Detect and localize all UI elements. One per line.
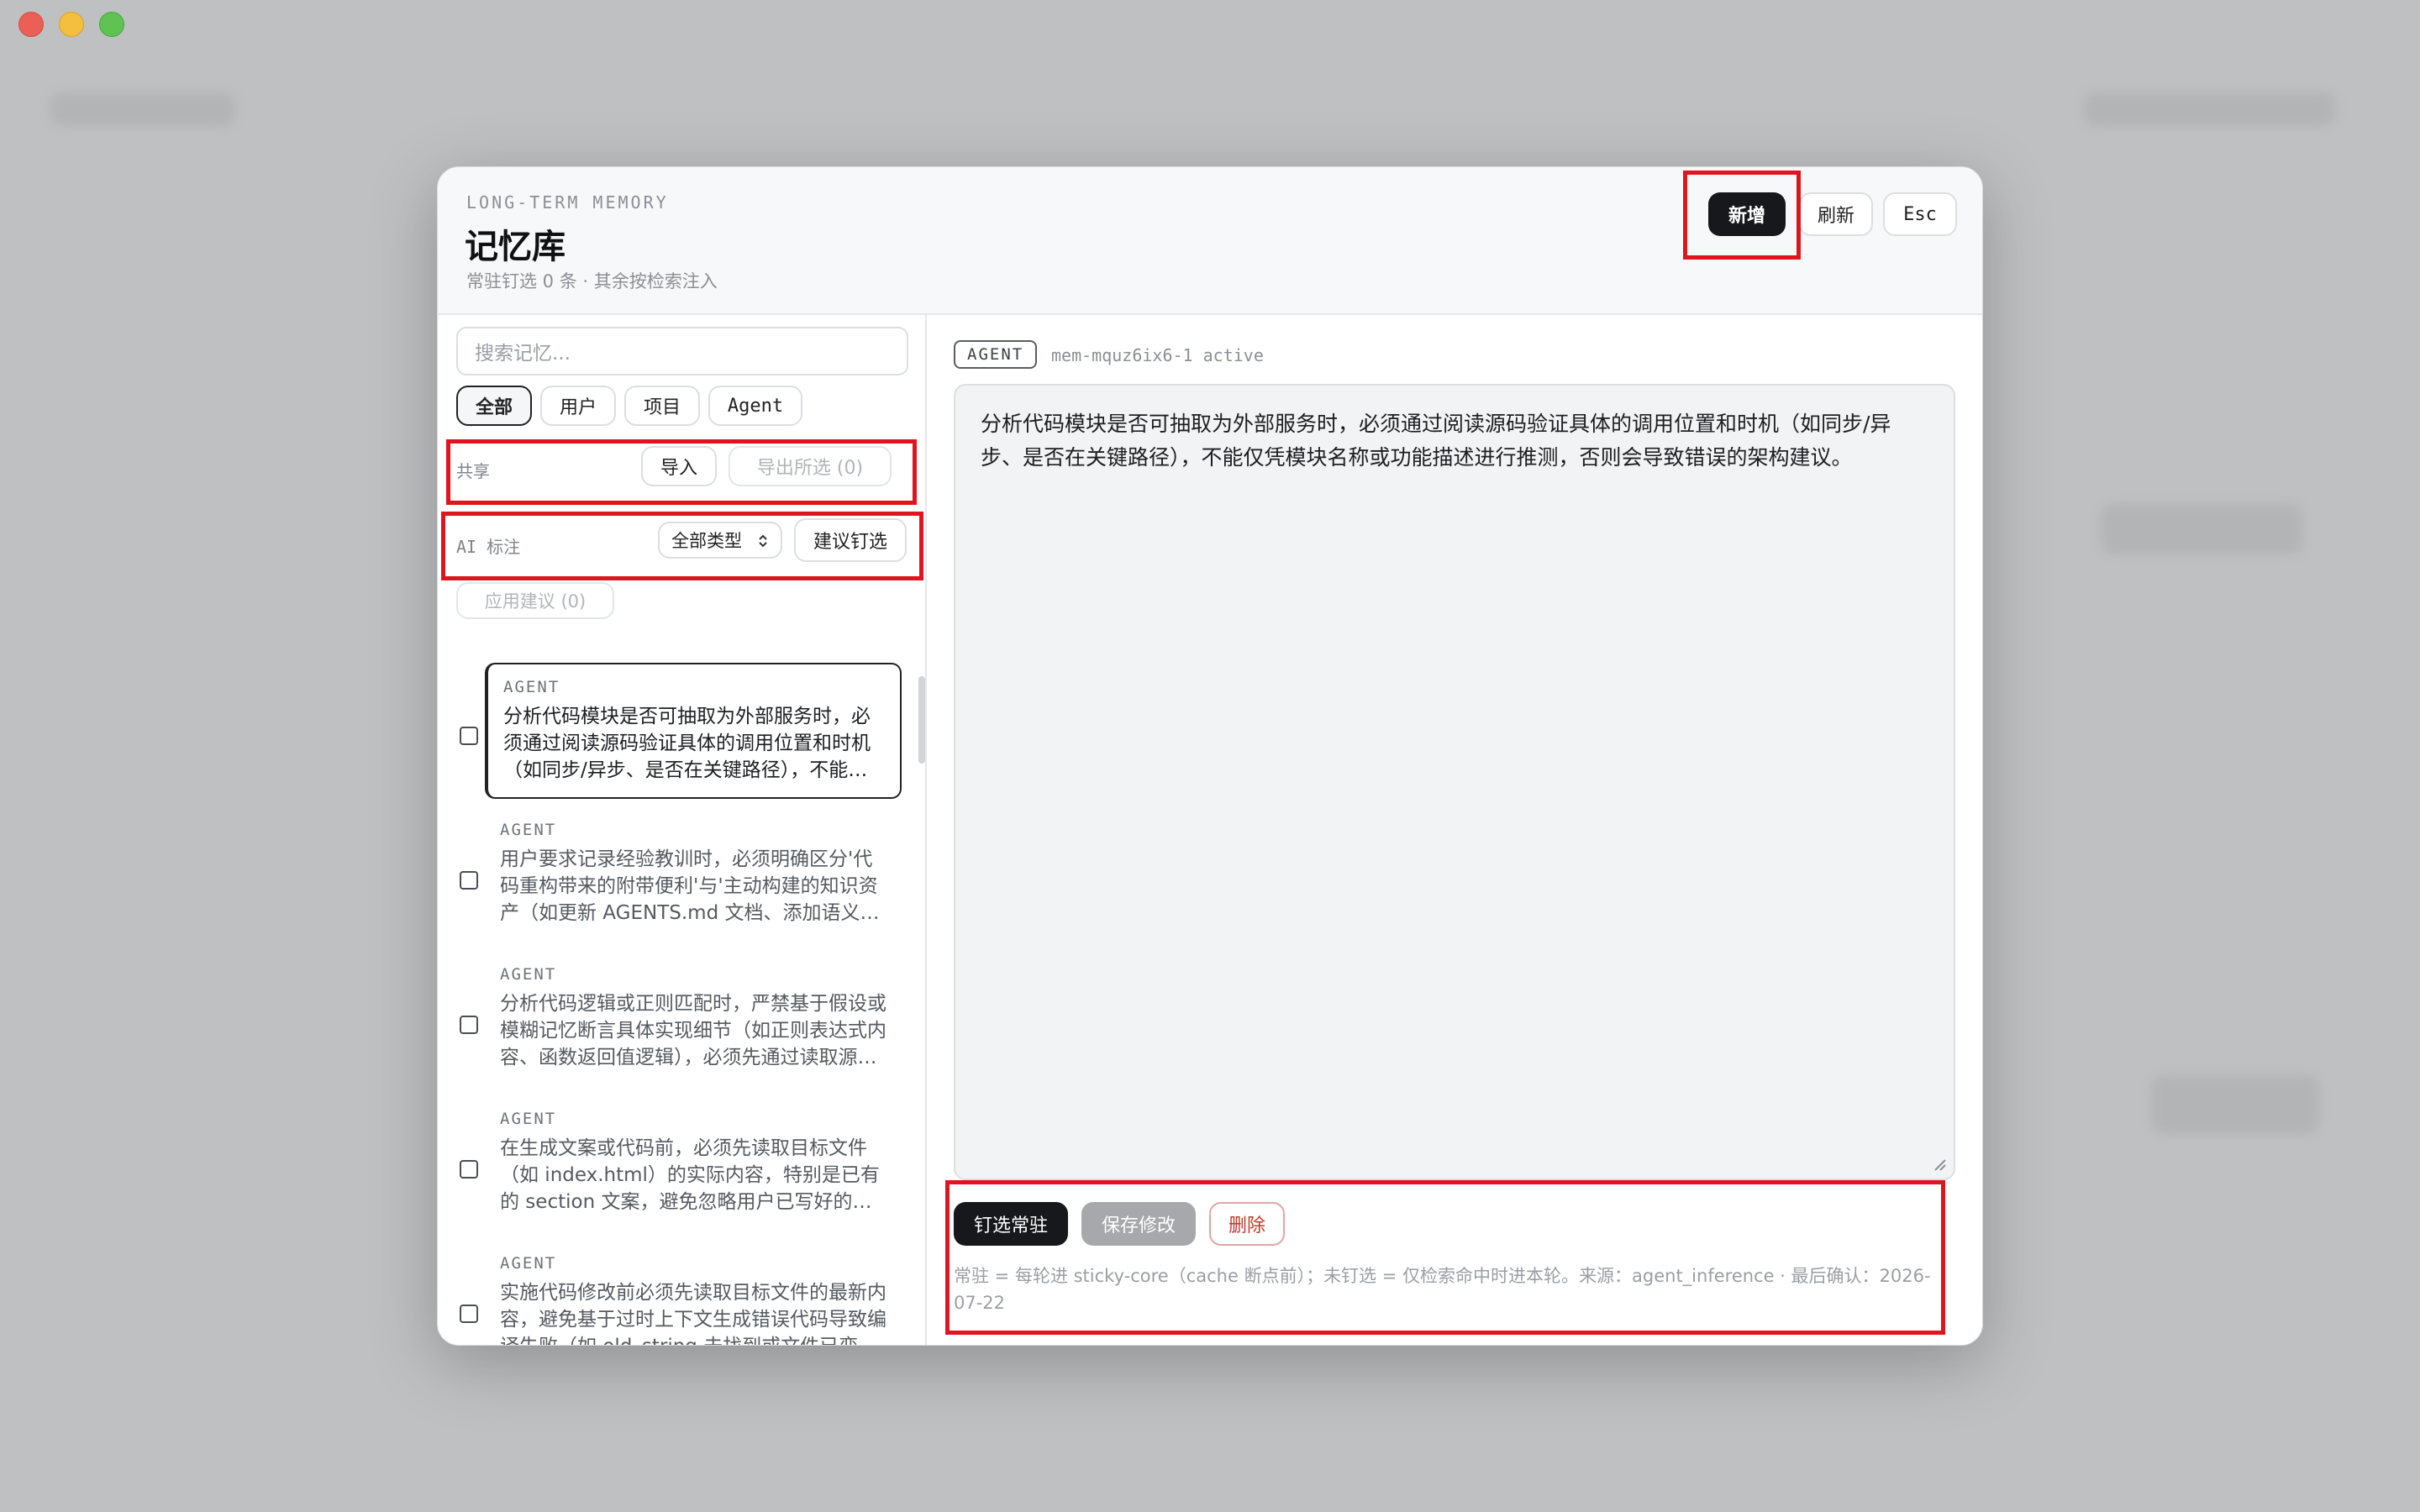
list-item[interactable]: AGENT 分析代码模块是否可抽取为外部服务时，必须通过阅读源码验证具体的调用位… <box>438 663 925 801</box>
background-blur <box>2151 1075 2319 1134</box>
filter-user[interactable]: 用户 <box>540 386 616 426</box>
filter-agent[interactable]: Agent <box>708 386 802 426</box>
import-button[interactable]: 导入 <box>641 446 717 486</box>
background-blur <box>50 92 235 126</box>
filter-all[interactable]: 全部 <box>456 386 532 426</box>
memory-checkbox[interactable] <box>460 1016 478 1034</box>
refresh-button[interactable]: 刷新 <box>1799 192 1873 236</box>
save-changes-button[interactable]: 保存修改 <box>1081 1202 1196 1246</box>
memory-content-text: 分析代码模块是否可抽取为外部服务时，必须通过阅读源码验证具体的调用位置和时机（如… <box>981 412 1891 470</box>
search-input[interactable]: 搜索记忆... <box>456 327 908 375</box>
memory-card[interactable]: AGENT 用户要求记录经验教训时，必须明确区分'代码重构带来的附带便利'与'主… <box>485 807 902 940</box>
memory-checkbox[interactable] <box>460 1305 478 1323</box>
background-blur <box>2101 504 2302 554</box>
type-select-value: 全部类型 <box>671 531 742 551</box>
memory-list-pane: 搜索记忆... 全部 用户 项目 Agent 共享 导入 导出所选 (0) AI… <box>438 315 927 1345</box>
memory-card[interactable]: AGENT 分析代码逻辑或正则匹配时，严禁基于假设或模糊记忆断言具体实现细节（如… <box>485 952 902 1084</box>
minimize-window-button[interactable] <box>59 12 84 37</box>
list-item[interactable]: AGENT 分析代码逻辑或正则匹配时，严禁基于假设或模糊记忆断言具体实现细节（如… <box>438 952 925 1089</box>
list-item[interactable]: AGENT 用户要求记录经验教训时，必须明确区分'代码重构带来的附带便利'与'主… <box>438 807 925 945</box>
memory-detail-pane: AGENT mem-mquz6ix6-1 active 分析代码模块是否可抽取为… <box>927 315 1982 1345</box>
memory-list: AGENT 分析代码模块是否可抽取为外部服务时，必须通过阅读源码验证具体的调用位… <box>438 663 925 1345</box>
memory-checkbox[interactable] <box>460 871 478 890</box>
memory-preview: 分析代码模块是否可抽取为外部服务时，必须通过阅读源码验证具体的调用位置和时机（如… <box>503 706 871 781</box>
memory-card[interactable]: AGENT 实施代码修改前必须先读取目标文件的最新内容，避免基于过时上下文生成错… <box>485 1241 902 1345</box>
memory-type-tag: AGENT <box>503 678 560 696</box>
close-window-button[interactable] <box>18 12 44 37</box>
memory-checkbox[interactable] <box>460 1160 478 1179</box>
memory-library-dialog: LONG-TERM MEMORY 记忆库 常驻钉选 0 条 · 其余按检索注入 … <box>437 166 1983 1346</box>
memory-preview: 在生成文案或代码前，必须先读取目标文件（如 index.html）的实际内容，特… <box>500 1137 880 1213</box>
apply-suggestion-button[interactable]: 应用建议 (0) <box>456 582 614 619</box>
suggest-pin-button[interactable]: 建议钉选 <box>794 518 907 562</box>
zoom-window-button[interactable] <box>99 12 124 37</box>
memory-content-editor[interactable]: 分析代码模块是否可抽取为外部服务时，必须通过阅读源码验证具体的调用位置和时机（如… <box>954 384 1955 1180</box>
list-item[interactable]: AGENT 在生成文案或代码前，必须先读取目标文件（如 index.html）的… <box>438 1096 925 1234</box>
dialog-eyebrow: LONG-TERM MEMORY <box>466 192 669 213</box>
list-item[interactable]: AGENT 实施代码修改前必须先读取目标文件的最新内容，避免基于过时上下文生成错… <box>438 1241 925 1345</box>
dialog-subtitle: 常驻钉选 0 条 · 其余按检索注入 <box>466 271 718 291</box>
ai-annotation-label: AI 标注 <box>456 537 521 557</box>
memory-preview: 分析代码逻辑或正则匹配时，严禁基于假设或模糊记忆断言具体实现细节（如正则表达式内… <box>500 993 886 1068</box>
memory-card-selected[interactable]: AGENT 分析代码模块是否可抽取为外部服务时，必须通过阅读源码验证具体的调用位… <box>485 663 902 799</box>
pin-resident-button[interactable]: 钉选常驻 <box>954 1202 1068 1246</box>
type-select[interactable]: 全部类型 <box>658 522 782 559</box>
new-memory-button[interactable]: 新增 <box>1708 192 1786 236</box>
pin-explanation-note: 常驻 = 每轮进 sticky-core（cache 断点前）；未钉选 = 仅检… <box>954 1266 1931 1313</box>
memory-type-badge: AGENT <box>954 340 1038 369</box>
background-blur <box>2084 92 2336 126</box>
resize-handle-icon[interactable] <box>1932 1157 1947 1172</box>
close-dialog-button[interactable]: Esc <box>1883 192 1957 236</box>
export-selected-button[interactable]: 导出所选 (0) <box>729 446 892 486</box>
memory-type-tag: AGENT <box>500 1254 557 1273</box>
dialog-title: 记忆库 <box>465 228 566 266</box>
dialog-header: LONG-TERM MEMORY 记忆库 常驻钉选 0 条 · 其余按检索注入 … <box>438 167 1982 315</box>
filter-project[interactable]: 项目 <box>624 386 700 426</box>
delete-button[interactable]: 删除 <box>1209 1202 1285 1246</box>
memory-type-tag: AGENT <box>500 1110 557 1128</box>
memory-type-tag: AGENT <box>500 965 557 984</box>
window-controls <box>18 12 124 37</box>
memory-meta: mem-mquz6ix6-1 active <box>1051 345 1264 365</box>
memory-preview: 实施代码修改前必须先读取目标文件的最新内容，避免基于过时上下文生成错误代码导致编… <box>500 1282 886 1345</box>
memory-type-tag: AGENT <box>500 821 557 839</box>
memory-preview: 用户要求记录经验教训时，必须明确区分'代码重构带来的附带便利'与'主动构建的知识… <box>500 848 880 924</box>
share-section-label: 共享 <box>456 461 490 481</box>
memory-checkbox[interactable] <box>460 727 478 745</box>
memory-card[interactable]: AGENT 在生成文案或代码前，必须先读取目标文件（如 index.html）的… <box>485 1096 902 1229</box>
chevron-updown-icon <box>759 534 767 548</box>
